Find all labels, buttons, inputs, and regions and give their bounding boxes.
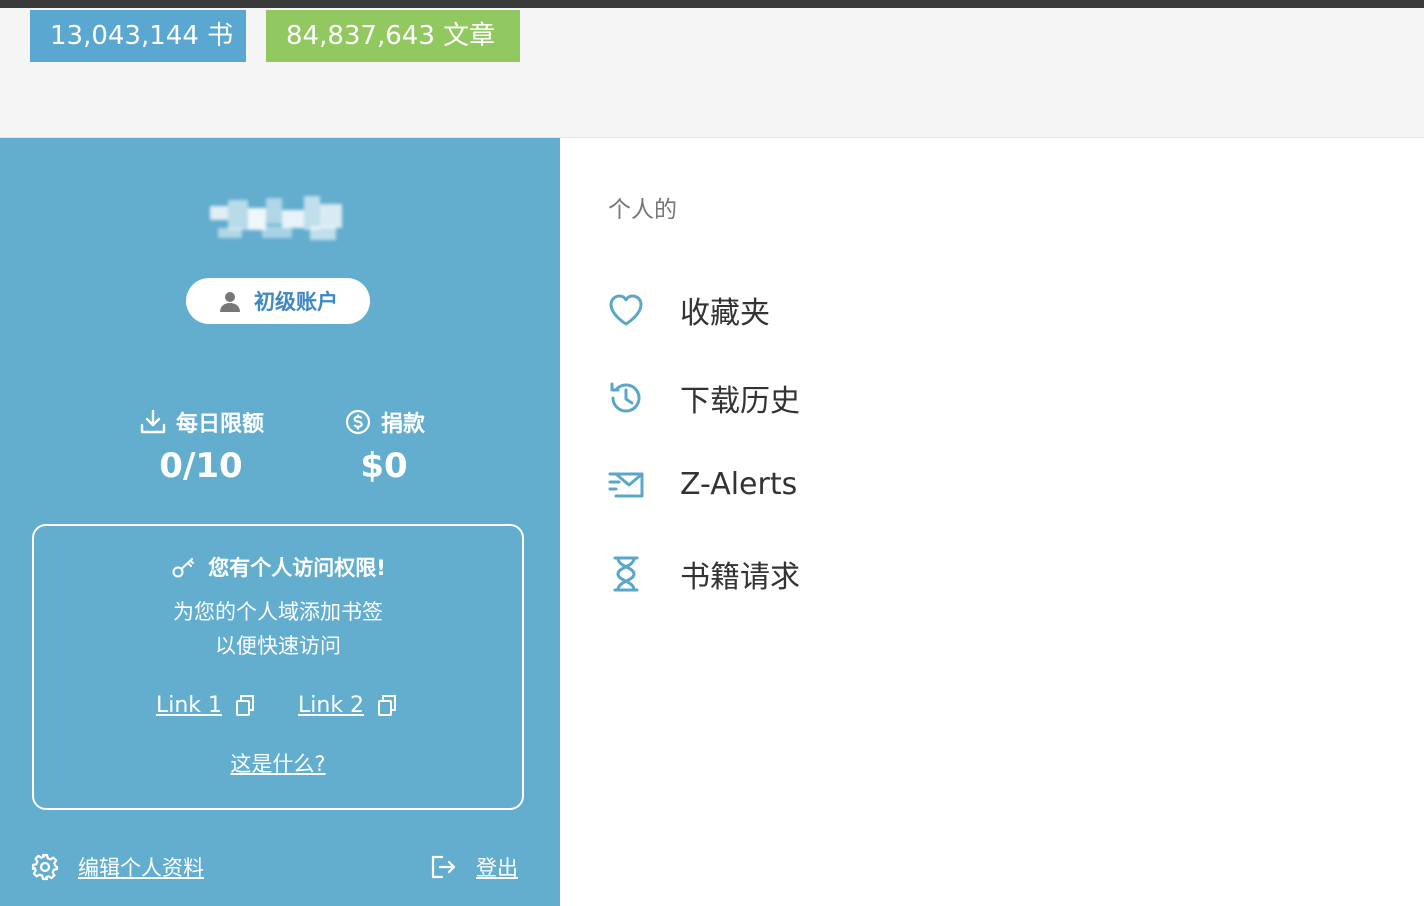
- gear-icon: [31, 853, 59, 881]
- key-icon: [172, 558, 195, 578]
- heart-icon: [609, 294, 643, 326]
- donation-stat[interactable]: 捐款 $0: [336, 406, 432, 486]
- books-count-badge[interactable]: 13,043,144 书: [30, 10, 246, 62]
- account-type-label: 初级账户: [254, 290, 338, 314]
- daily-limit-label: 每日限额: [175, 412, 264, 437]
- menu-item-label: Z-Alerts: [680, 466, 798, 502]
- donate-label: 捐款: [380, 412, 425, 437]
- menu-item-z-alerts[interactable]: Z-Alerts: [606, 464, 797, 504]
- mail-alert-icon: [608, 472, 644, 498]
- window-top-border: [0, 0, 1424, 8]
- link-1[interactable]: Link 1: [156, 693, 222, 718]
- user-icon: [220, 292, 240, 312]
- top-bar: 13,043,144 书 84,837,643 文章: [0, 8, 1424, 138]
- whats-this-link[interactable]: 这是什么?: [230, 752, 325, 776]
- copy-icon[interactable]: [232, 692, 258, 718]
- donate-value: $0: [360, 446, 408, 486]
- access-description-line1: 为您的个人域添加书签: [173, 600, 383, 624]
- daily-limit-stat: 每日限额 0/10: [128, 406, 274, 486]
- menu-item-download-history[interactable]: 下载历史: [606, 376, 800, 420]
- dollar-coin-icon: [345, 409, 371, 435]
- menu-item-label: 收藏夹: [680, 296, 770, 331]
- logout-button[interactable]: 登出: [428, 852, 518, 882]
- menu-item-book-requests[interactable]: 书籍请求: [606, 552, 800, 596]
- logout-icon: [431, 855, 456, 879]
- personal-menu: 个人的 收藏夹 下载历史 Z-Alerts 书籍请求: [560, 138, 1424, 906]
- section-title: 个人的: [608, 197, 677, 223]
- personal-links-row: Link 1 Link 2: [34, 692, 522, 718]
- history-icon: [610, 382, 641, 413]
- logout-link[interactable]: 登出: [476, 852, 518, 882]
- download-icon: [140, 409, 166, 434]
- username-redacted: [206, 192, 346, 250]
- hourglass-icon: [613, 556, 639, 592]
- personal-access-box: 您有个人访问权限! 为您的个人域添加书签 以便快速访问 Link 1 Link …: [32, 524, 524, 810]
- copy-icon[interactable]: [374, 692, 400, 718]
- menu-item-favorites[interactable]: 收藏夹: [606, 288, 770, 332]
- access-description-line2: 以便快速访问: [215, 634, 341, 658]
- edit-profile-link[interactable]: 编辑个人资料: [78, 852, 204, 882]
- access-title: 您有个人访问权限!: [208, 556, 386, 580]
- daily-limit-value: 0/10: [159, 446, 243, 486]
- edit-profile-button[interactable]: 编辑个人资料: [30, 852, 204, 882]
- account-type-badge[interactable]: 初级账户: [186, 278, 370, 324]
- articles-count-badge[interactable]: 84,837,643 文章: [266, 10, 520, 62]
- menu-item-label: 书籍请求: [680, 560, 800, 595]
- menu-item-label: 下载历史: [680, 384, 800, 419]
- link-2[interactable]: Link 2: [298, 693, 364, 718]
- profile-sidebar: 初级账户 每日限额 0/10 捐款 $0 您有个人访问权限! 为您的个人域添加书…: [0, 138, 560, 906]
